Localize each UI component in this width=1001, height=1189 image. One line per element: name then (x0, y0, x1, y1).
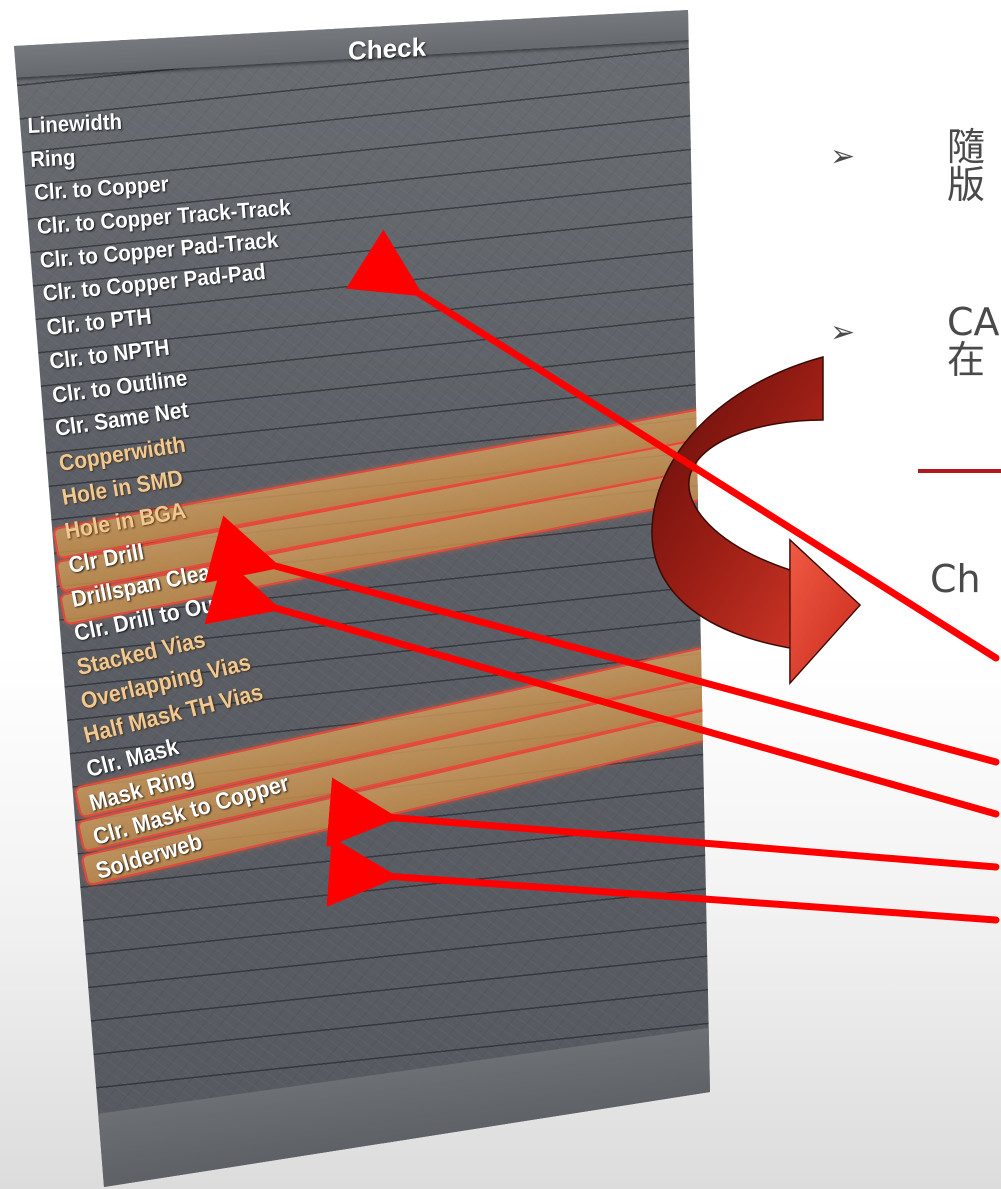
check-item[interactable]: Ring (30, 144, 76, 171)
check-panel-footer (68, 1019, 710, 1187)
bullet2-line1: CA (947, 300, 1000, 344)
slide-canvas: Check Linewidth Ring Clr. to Copper Clr. to… (0, 0, 1001, 1189)
section-text: Ch (930, 557, 981, 601)
bullet-arrow-icon: ➢ (830, 315, 856, 350)
panel-title: Check (348, 31, 427, 66)
section-divider (918, 469, 1001, 473)
check-item[interactable]: Linewidth (27, 109, 122, 138)
bullet1-line1: 隨 (947, 125, 986, 169)
bullet-arrow-icon: ➢ (830, 139, 856, 174)
bullet2-line2: 在 (947, 338, 986, 382)
check-panel: Check Linewidth Ring Clr. to Copper Clr. to… (14, 10, 710, 1187)
bullet1-line2: 版 (947, 163, 986, 207)
